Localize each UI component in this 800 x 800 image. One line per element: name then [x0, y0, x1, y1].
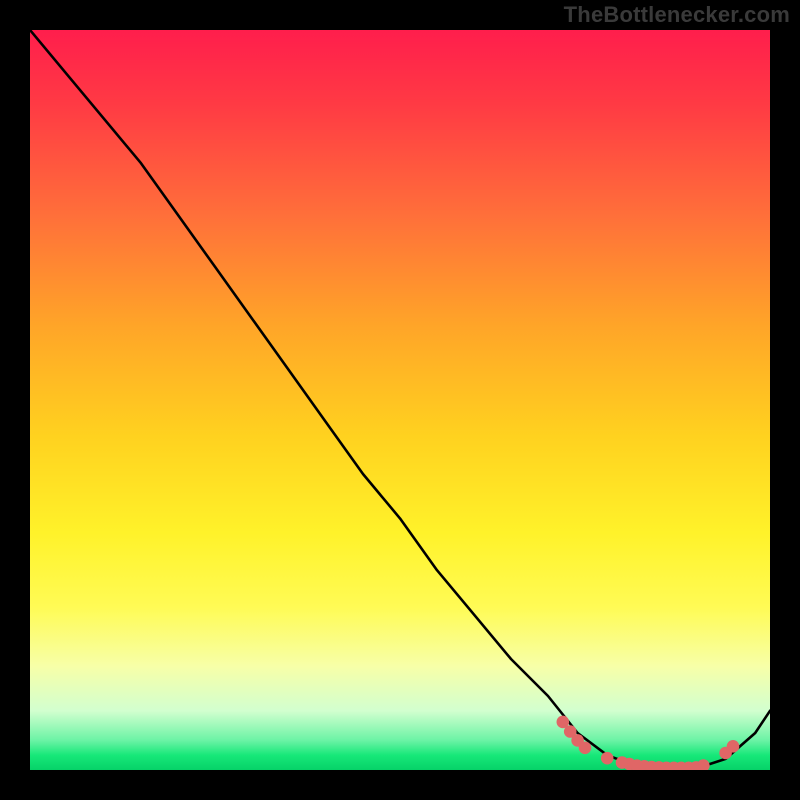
chart-svg	[30, 30, 770, 770]
bottleneck-curve-path	[30, 30, 770, 769]
highlight-dot	[579, 742, 592, 755]
highlight-dot	[697, 759, 710, 770]
highlight-dot	[601, 752, 614, 765]
watermark-text: TheBottlenecker.com	[564, 2, 790, 28]
plot-gradient-background	[30, 30, 770, 770]
highlight-dot	[727, 740, 740, 753]
highlight-dots-group	[557, 716, 740, 770]
chart-frame: TheBottlenecker.com	[0, 0, 800, 800]
